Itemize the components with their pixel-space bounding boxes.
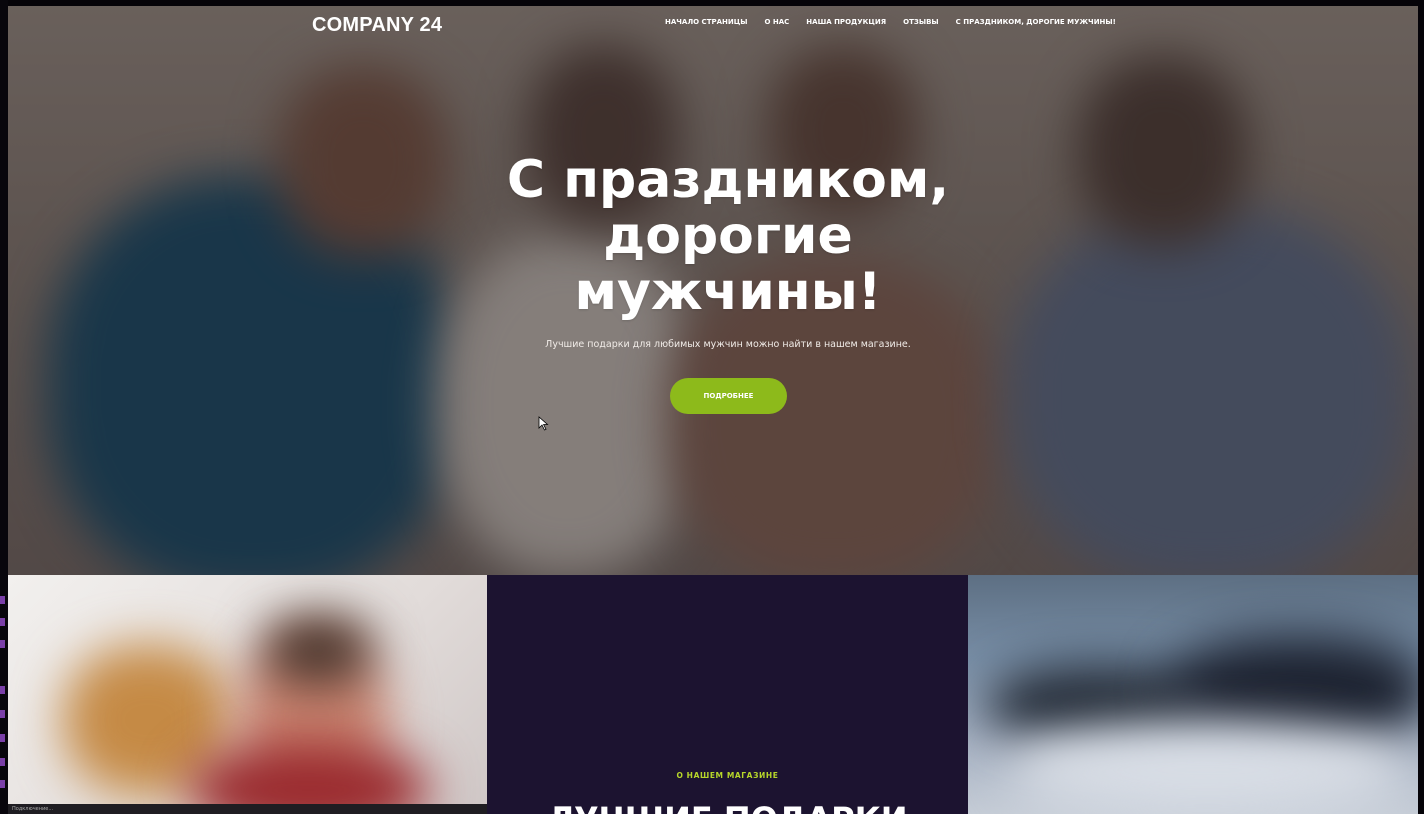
edge-marker xyxy=(0,780,5,788)
more-details-button[interactable]: ПОДРОБНЕЕ xyxy=(670,378,787,414)
edge-marker xyxy=(0,596,5,604)
mouse-cursor-icon xyxy=(538,416,549,431)
nav-item-products[interactable]: НАША ПРОДУКЦИЯ xyxy=(806,18,886,26)
edge-marker xyxy=(0,640,5,648)
hero-title-line-2: дорогие xyxy=(603,206,853,266)
hero-section: COMPANY 24 НАЧАЛО СТРАНИЦЫ О НАС НАША ПР… xyxy=(8,6,1418,575)
edge-marker xyxy=(0,618,5,626)
window-right-edge xyxy=(1418,0,1424,814)
nav-item-holiday[interactable]: С ПРАЗДНИКОМ, ДОРОГИЕ МУЖЧИНЫ! xyxy=(956,18,1116,26)
about-store-heading: ЛУЧШИЕ ПОДАРКИ xyxy=(487,801,968,814)
main-nav: НАЧАЛО СТРАНИЦЫ О НАС НАША ПРОДУКЦИЯ ОТЗ… xyxy=(665,18,1116,26)
wave-shape xyxy=(1008,725,1408,814)
nav-item-about[interactable]: О НАС xyxy=(764,18,789,26)
about-store-panel: О НАШЕМ МАГАЗИНЕ ЛУЧШИЕ ПОДАРКИ xyxy=(487,575,968,814)
gift-photo-panel: Подключение... xyxy=(8,575,487,814)
nav-item-reviews[interactable]: ОТЗЫВЫ xyxy=(903,18,939,26)
hero-title-line-1: С праздником, xyxy=(506,150,950,210)
edge-marker xyxy=(0,710,5,718)
company-logo[interactable]: COMPANY 24 xyxy=(312,14,442,37)
nav-item-home[interactable]: НАЧАЛО СТРАНИЦЫ xyxy=(665,18,747,26)
about-store-label: О НАШЕМ МАГАЗИНЕ xyxy=(676,771,779,780)
hero-title: С праздником, дорогие мужчины! xyxy=(338,152,1118,320)
edge-marker xyxy=(0,758,5,766)
hero-subtitle: Лучшие подарки для любимых мужчин можно … xyxy=(545,339,911,350)
edge-marker xyxy=(0,686,5,694)
hero-title-line-3: мужчины! xyxy=(574,262,882,322)
status-bar: Подключение... xyxy=(8,804,487,814)
sea-photo-panel xyxy=(968,575,1418,814)
edge-marker xyxy=(0,734,5,742)
person-hair-shape xyxy=(263,615,373,685)
